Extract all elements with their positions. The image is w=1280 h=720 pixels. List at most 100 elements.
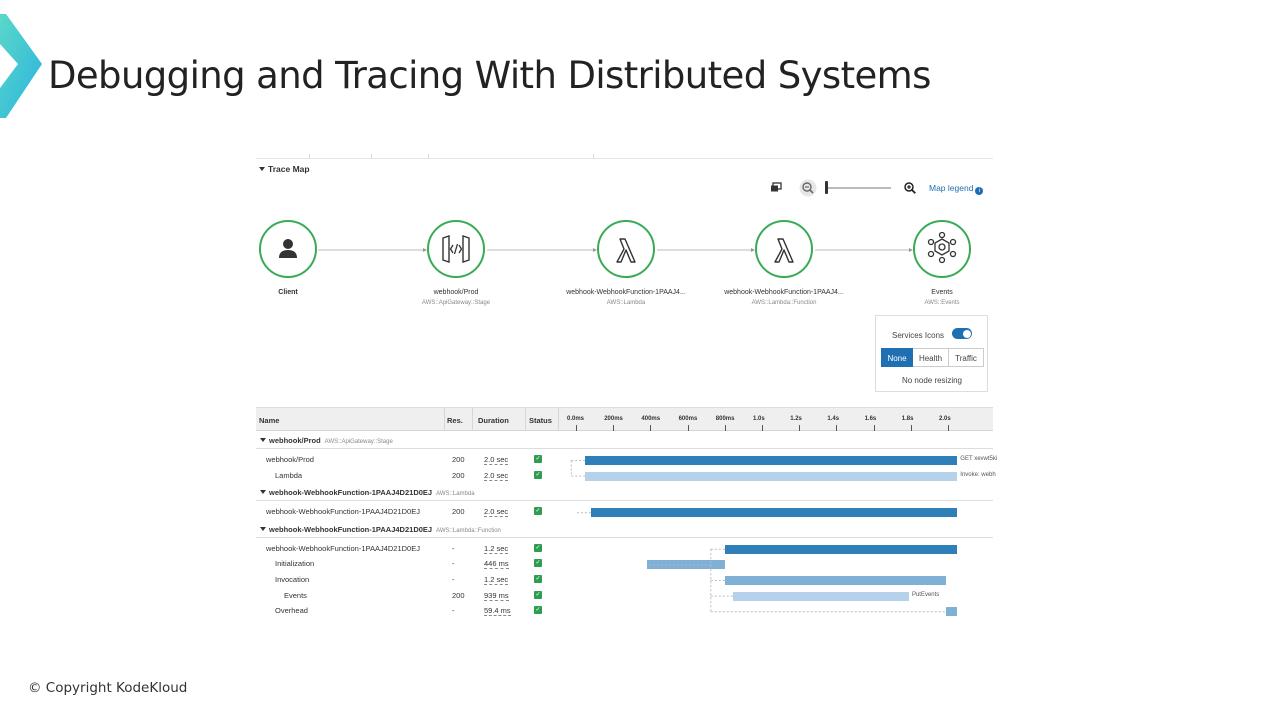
trace-node-api-gateway[interactable] xyxy=(427,220,485,278)
col-divider xyxy=(444,408,445,431)
status-ok-icon: ✓ xyxy=(534,606,542,615)
map-legend-link[interactable]: Map legend i xyxy=(929,183,984,195)
segment-duration[interactable]: 1.2 sec xyxy=(484,575,509,585)
trace-node-lambda[interactable] xyxy=(597,220,655,278)
timeline-bar[interactable] xyxy=(733,591,909,601)
resize-note: No node resizing xyxy=(901,376,963,385)
segment-duration[interactable]: 2.0 sec xyxy=(484,455,509,465)
timeline-bar[interactable] xyxy=(946,607,958,617)
timeline-tick-label: 1.2s xyxy=(790,416,802,422)
status-ok-icon: ✓ xyxy=(534,575,542,583)
group-name: webhook/Prod xyxy=(269,436,321,445)
status-ok-icon: ✓ xyxy=(534,590,542,599)
timeline-tick-label: 1.4s xyxy=(827,416,840,422)
trace-segment-row[interactable]: Overhead - 59.4 ms ✓ xyxy=(256,603,993,618)
col-divider xyxy=(558,408,559,431)
trace-segment-row[interactable]: webhook-WebhookFunction-1PAAJ4D21D0EJ - 1.… xyxy=(256,541,993,556)
col-duration[interactable]: Duration xyxy=(478,416,509,425)
segment-duration[interactable]: 446 ms xyxy=(484,559,509,570)
timeline-bar[interactable] xyxy=(590,508,958,518)
timeline-tick-label: 2.0s xyxy=(939,416,951,422)
sizing-option-health[interactable]: Health xyxy=(913,348,949,367)
timeline-tick-label: 1.6s xyxy=(864,416,877,422)
timeline-tick-label: 800ms xyxy=(715,416,735,422)
trace-segment-group[interactable]: webhook/Prod AWS::ApiGateway::Stage xyxy=(256,433,993,449)
col-name[interactable]: Name xyxy=(259,416,279,425)
map-legend-panel: Services Icons None Health Traffic No no… xyxy=(875,315,988,392)
trace-segment-row[interactable]: Initialization - 446 ms ✓ xyxy=(256,556,993,571)
sizing-option-none[interactable]: None xyxy=(881,348,913,367)
trace-segment-group[interactable]: webhook-WebhookFunction-1PAAJ4D21D0EJ AWS… xyxy=(256,485,993,502)
timeline-bar[interactable] xyxy=(646,560,725,570)
timeline-tick-mark xyxy=(576,425,577,431)
copyright: © Copyright KodeKloud xyxy=(28,680,188,696)
node-label: webhook-WebhookFunction-1PAAJ4... xyxy=(566,289,686,296)
timeline-bar[interactable] xyxy=(585,456,958,465)
group-type: AWS::ApiGateway::Stage xyxy=(324,439,393,445)
col-divider xyxy=(472,408,473,431)
timeline-tick-mark xyxy=(910,425,912,431)
trace-segment-row[interactable]: webhook/Prod 200 2.0 sec ✓ GET xevwt5ki xyxy=(256,452,997,467)
zoom-slider-track[interactable] xyxy=(826,187,891,189)
expand-icon[interactable] xyxy=(770,182,782,193)
timeline-tick-mark xyxy=(799,425,801,431)
timeline-tick-label: 600ms xyxy=(678,416,698,422)
segment-name: webhook/Prod xyxy=(266,455,314,464)
timeline-tick-label: 400ms xyxy=(641,416,661,422)
col-divider xyxy=(525,408,526,431)
status-ok-icon: ✓ xyxy=(534,470,542,479)
trace-node-events[interactable] xyxy=(913,220,971,278)
sizing-option-traffic[interactable]: Traffic xyxy=(949,348,984,367)
trace-node-lambda-function[interactable] xyxy=(755,220,813,278)
trace-segment-row[interactable]: Events 200 939 ms ✓ PutEvents xyxy=(256,588,993,603)
col-status[interactable]: Status xyxy=(529,416,552,425)
kodekloud-logo-icon xyxy=(0,14,42,118)
timeline-bar-label: Invoke: webh xyxy=(960,471,996,478)
trace-segment-row[interactable]: webhook-WebhookFunction-1PAAJ4D21D0EJ 200… xyxy=(256,504,993,519)
user-icon xyxy=(279,239,297,258)
info-icon: i xyxy=(975,187,984,195)
timeline-tick-mark xyxy=(650,425,652,431)
segment-response: 200 xyxy=(452,590,465,600)
node-type: AWS::ApiGateway::Stage xyxy=(421,300,491,306)
toggle-knob xyxy=(962,329,971,338)
segment-name: Lambda xyxy=(275,470,303,480)
status-ok-icon: ✓ xyxy=(534,559,542,568)
segment-response: - xyxy=(452,559,455,569)
trace-node-client[interactable] xyxy=(259,220,317,278)
caret-down-icon xyxy=(260,490,266,495)
services-icons-toggle[interactable] xyxy=(952,328,972,339)
segment-duration[interactable]: 1.2 sec xyxy=(484,544,509,554)
trace-segment-group[interactable]: webhook-WebhookFunction-1PAAJ4D21D0EJ AWS… xyxy=(256,522,993,538)
segment-duration[interactable]: 939 ms xyxy=(484,591,509,601)
col-res[interactable]: Res. xyxy=(447,416,463,425)
timeline-bar[interactable] xyxy=(724,576,947,585)
zoom-in-icon[interactable] xyxy=(904,182,916,194)
trace-map-section-toggle[interactable]: Trace Map xyxy=(259,164,310,174)
trace-segment-row[interactable]: Invocation - 1.2 sec ✓ xyxy=(256,572,993,587)
node-label: webhook-WebhookFunction-1PAAJ4... xyxy=(724,289,844,296)
api-gateway-icon xyxy=(442,235,470,263)
lambda-icon xyxy=(774,238,794,263)
trace-segment-row[interactable]: Lambda 200 2.0 sec ✓ Invoke: webh xyxy=(256,468,996,483)
timeline-tick-label: 1.0s xyxy=(753,416,765,422)
timeline-tick-mark xyxy=(613,425,615,431)
segment-duration[interactable]: 2.0 sec xyxy=(484,507,509,518)
segment-name: Overhead xyxy=(275,606,308,616)
timeline-bar[interactable] xyxy=(585,471,958,481)
group-header: webhook-WebhookFunction-1PAAJ4D21D0EJ AWS… xyxy=(260,525,501,534)
tab-divider xyxy=(428,154,429,159)
timeline-bar[interactable] xyxy=(724,544,958,554)
top-tab-strip xyxy=(256,158,993,159)
timeline-tick-label: 1.8s xyxy=(901,416,914,422)
segment-response: - xyxy=(452,543,455,553)
segment-duration[interactable]: 2.0 sec xyxy=(484,471,509,481)
timeline-tick-mark xyxy=(948,425,949,431)
timeline-tick-mark xyxy=(762,425,763,431)
segment-duration[interactable]: 59.4 ms xyxy=(484,606,511,617)
segment-response: 200 xyxy=(452,455,465,464)
zoom-out-icon[interactable] xyxy=(799,179,817,197)
group-name: webhook-WebhookFunction-1PAAJ4D21D0EJ xyxy=(269,488,433,498)
group-type: AWS::Lambda xyxy=(436,491,475,498)
zoom-slider-thumb[interactable] xyxy=(825,181,828,194)
